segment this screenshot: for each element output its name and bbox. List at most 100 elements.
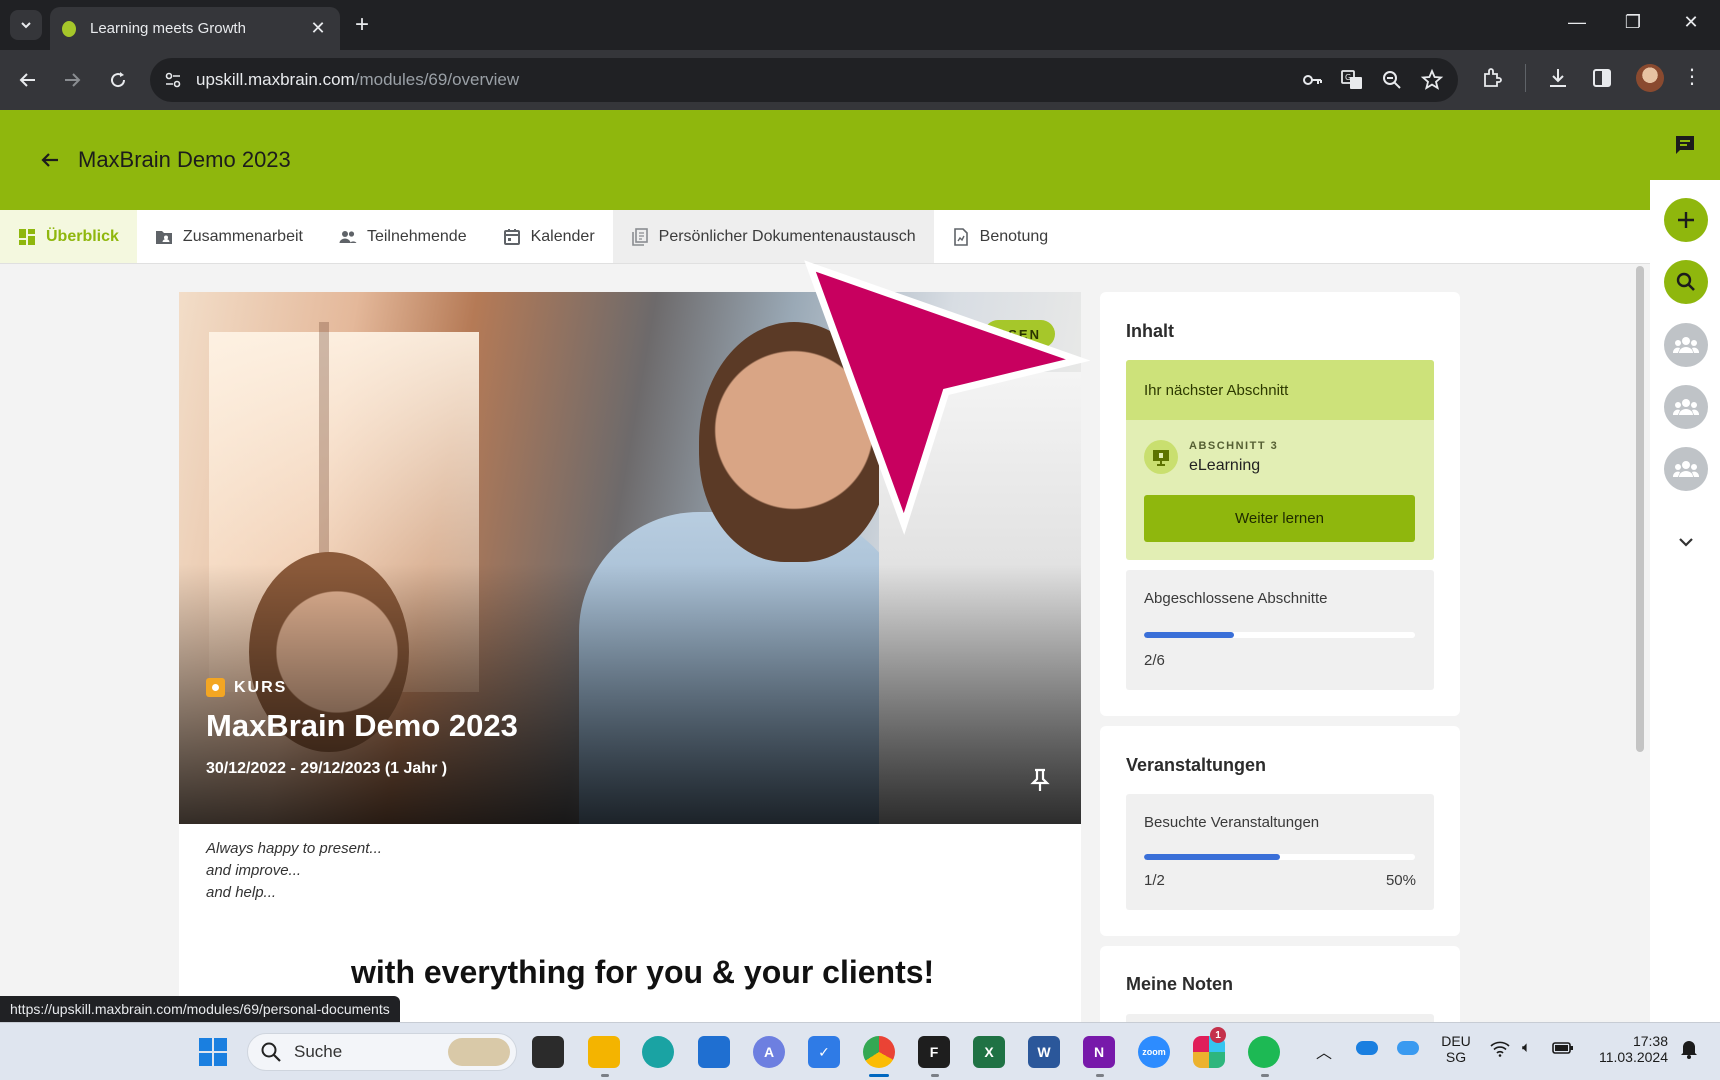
close-icon[interactable]: ✕: [308, 18, 328, 39]
search-placeholder: Suche: [294, 1042, 343, 1061]
tab-label: Teilnehmende: [366, 227, 467, 245]
tab-calendar[interactable]: Kalender: [485, 210, 613, 263]
maxbrain-favicon-icon: [62, 20, 76, 37]
page-scrollbar[interactable]: [1636, 266, 1644, 752]
spotify-icon[interactable]: [1248, 1036, 1280, 1068]
tray-overflow-icon[interactable]: ︿: [1316, 1039, 1332, 1063]
right-rail: [1650, 110, 1720, 1022]
wifi-icon[interactable]: [1490, 1041, 1510, 1057]
stat-label: Abgeschlossene Abschnitte: [1144, 590, 1328, 607]
running-indicator: [601, 1074, 609, 1077]
description-line: Always happy to present...: [206, 840, 382, 857]
site-settings-icon[interactable]: [164, 71, 182, 89]
card-title: Inhalt: [1126, 321, 1174, 341]
chevron-down-icon[interactable]: [1674, 530, 1698, 554]
forward-icon[interactable]: [60, 68, 84, 92]
browser-tab-strip: Learning meets Growth ✕ + — ❐ ✕: [0, 0, 1720, 50]
pin-icon[interactable]: [1029, 768, 1051, 792]
window-close-icon[interactable]: ✕: [1676, 12, 1706, 33]
tab-search-button[interactable]: [10, 10, 42, 40]
notifications-bell-icon[interactable]: [1680, 1039, 1698, 1059]
svg-text:G: G: [1345, 73, 1351, 82]
search-button[interactable]: [1664, 260, 1708, 304]
clock[interactable]: 17:38 11.03.2024: [1588, 1033, 1668, 1065]
stat-percent: 50%: [1385, 872, 1416, 889]
search-highlight-icon: [448, 1038, 510, 1066]
search-icon: [261, 1042, 281, 1062]
chevron-down-icon: [21, 22, 31, 29]
side-panel-icon[interactable]: [1590, 66, 1614, 90]
annotation-arrow-icon: [804, 260, 1090, 535]
active-indicator: [869, 1074, 889, 1077]
edge-icon[interactable]: [642, 1036, 674, 1068]
zoom-icon[interactable]: [1380, 68, 1404, 92]
back-arrow-icon[interactable]: [38, 148, 62, 172]
reload-icon[interactable]: [106, 68, 130, 92]
bookmark-star-icon[interactable]: [1420, 68, 1444, 92]
word-icon[interactable]: W: [1028, 1036, 1060, 1068]
download-icon[interactable]: [1546, 66, 1570, 90]
language-code: DEU: [1441, 1033, 1471, 1049]
people-icon: [339, 230, 357, 243]
browser-tab[interactable]: Learning meets Growth ✕: [50, 7, 340, 50]
tab-overview[interactable]: Überblick: [0, 210, 137, 263]
onenote-icon[interactable]: N: [1083, 1036, 1115, 1068]
onedrive-icon[interactable]: [1356, 1041, 1378, 1055]
app-icon[interactable]: A: [753, 1036, 785, 1068]
card-title: Meine Noten: [1126, 974, 1234, 994]
elearning-icon: [1144, 440, 1178, 474]
next-section-heading: Ihr nächster Abschnitt: [1126, 360, 1434, 420]
chat-button[interactable]: [1650, 110, 1720, 180]
tab-collaboration[interactable]: Zusammenarbeit: [137, 210, 321, 263]
group-button-2[interactable]: [1664, 385, 1708, 429]
group-icon: [1673, 337, 1699, 353]
events-card: Veranstaltungen Besuchte Veranstaltungen…: [1100, 726, 1460, 936]
chrome-icon[interactable]: [863, 1036, 895, 1068]
taskbar-search[interactable]: Suche: [247, 1033, 517, 1071]
toolbar-divider: [1525, 64, 1526, 92]
battery-icon[interactable]: [1552, 1041, 1574, 1055]
address-bar[interactable]: upskill.maxbrain.com/modules/69/overview…: [150, 58, 1458, 102]
extensions-icon[interactable]: [1480, 66, 1504, 90]
file-explorer-icon[interactable]: [588, 1036, 620, 1068]
tab-label: Überblick: [46, 227, 119, 245]
stat-value: 1/2: [1144, 872, 1165, 889]
next-section-box: Ihr nächster Abschnitt ABSCHNITT 3 eLear…: [1126, 360, 1434, 560]
browser-toolbar: upskill.maxbrain.com/modules/69/overview…: [0, 50, 1720, 110]
todo-icon[interactable]: ✓: [808, 1036, 840, 1068]
key-icon[interactable]: [1300, 68, 1324, 92]
windows-taskbar: Suche A ✓ F X W N zoom 1 ︿ DEU SG 🔈︎ 17:…: [0, 1022, 1720, 1080]
task-view-icon[interactable]: [532, 1036, 564, 1068]
group-button-3[interactable]: [1664, 447, 1708, 491]
course-type-label: KURS: [206, 678, 287, 697]
minimize-icon[interactable]: —: [1562, 12, 1592, 33]
add-button[interactable]: [1664, 198, 1708, 242]
content-card: Inhalt Ihr nächster Abschnitt ABSCHNITT …: [1100, 292, 1460, 716]
store-icon[interactable]: [698, 1036, 730, 1068]
volume-muted-icon[interactable]: 🔈︎: [1522, 1039, 1531, 1056]
translate-icon[interactable]: G: [1340, 68, 1364, 92]
language-indicator[interactable]: DEU SG: [1436, 1033, 1476, 1065]
figma-icon[interactable]: F: [918, 1036, 950, 1068]
continue-learning-button[interactable]: Weiter lernen: [1144, 495, 1415, 542]
zoom-icon[interactable]: zoom: [1138, 1036, 1170, 1068]
group-button-1[interactable]: [1664, 323, 1708, 367]
new-tab-button[interactable]: +: [355, 12, 369, 38]
more-menu-icon[interactable]: ⋮: [1682, 64, 1702, 89]
notification-badge: 1: [1210, 1027, 1226, 1043]
url-text: upskill.maxbrain.com/modules/69/overview: [196, 70, 520, 89]
plus-icon: [1678, 212, 1694, 228]
tab-participants[interactable]: Teilnehmende: [321, 210, 485, 263]
progress-fill: [1144, 854, 1280, 860]
visited-events-box: Besuchte Veranstaltungen 1/2 50%: [1126, 794, 1434, 910]
tab-label: Benotung: [979, 227, 1049, 245]
restore-icon[interactable]: ❐: [1618, 12, 1648, 33]
start-icon[interactable]: [197, 1036, 229, 1068]
profile-avatar[interactable]: [1636, 64, 1664, 92]
course-type-icon: [206, 678, 225, 697]
grade-document-icon: [953, 227, 968, 246]
onedrive-icon[interactable]: [1397, 1041, 1419, 1055]
course-dates: 30/12/2022 - 29/12/2023 (1 Jahr ): [206, 760, 448, 777]
excel-icon[interactable]: X: [973, 1036, 1005, 1068]
back-icon[interactable]: [16, 68, 40, 92]
